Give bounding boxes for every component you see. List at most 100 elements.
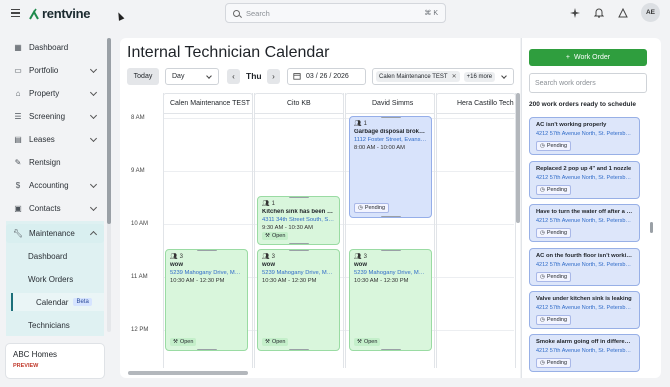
column-header: David Simms bbox=[345, 93, 435, 114]
work-order-address[interactable]: 4212 57th Avenue North, St. Petersbu... bbox=[536, 218, 633, 224]
date-picker[interactable]: 03 / 26 / 2026 bbox=[287, 68, 366, 85]
work-order-card[interactable]: Have to turn the water off after a flus.… bbox=[529, 204, 640, 242]
sidebar-item-label: Rentsign bbox=[29, 158, 61, 167]
calendar-vertical-scrollbar[interactable] bbox=[516, 93, 520, 223]
more-technicians-chip[interactable]: +16 more bbox=[463, 71, 496, 82]
work-order-title: Smoke alarm going off in different ar... bbox=[536, 339, 633, 345]
sidebar-item-contacts[interactable]: ▣ Contacts bbox=[6, 199, 104, 218]
event-title: Kitchen sink has been drain... bbox=[262, 209, 335, 215]
sidebar-item-dashboard[interactable]: ▦ Dashboard bbox=[6, 38, 104, 57]
submenu-technicians[interactable]: Technicians bbox=[28, 316, 70, 334]
sidebar-item-rentsign[interactable]: ✎ Rentsign bbox=[6, 153, 104, 172]
add-work-order-button[interactable]: + Work Order bbox=[529, 49, 647, 66]
assignee-count-value: 3 bbox=[179, 253, 183, 260]
calendar-event[interactable]: 👥︎ 3 wow 5239 Mahogany Drive, Mou... 10:3… bbox=[349, 249, 432, 351]
technician-chip[interactable]: Calen Maintenance TEST ✕ bbox=[376, 71, 460, 82]
clock-icon: ◷ bbox=[540, 230, 545, 236]
calendar-event[interactable]: 👥︎ 3 wow 5239 Mahogany Drive, Mou... 10:3… bbox=[165, 249, 248, 351]
sidebar-item-property[interactable]: ⌂ Property bbox=[6, 84, 104, 103]
event-time: 10:30 AM - 12:30 PM bbox=[354, 278, 409, 284]
sidebar-item-label: Leases bbox=[29, 135, 55, 144]
work-order-search-input[interactable]: Search work orders bbox=[529, 73, 647, 93]
close-icon[interactable]: ✕ bbox=[452, 73, 457, 80]
resize-handle[interactable] bbox=[196, 349, 217, 350]
status-label: Pending bbox=[546, 230, 567, 236]
sidebar-item-screening[interactable]: ☰ Screening bbox=[6, 107, 104, 126]
work-order-address[interactable]: 4212 57th Avenue North, St. Petersbu... bbox=[536, 262, 633, 268]
submenu-calendar[interactable]: Calendar Beta bbox=[11, 293, 104, 311]
resize-handle[interactable] bbox=[288, 250, 309, 251]
resize-handle[interactable] bbox=[380, 117, 401, 118]
work-order-card[interactable]: Replaced 2 pop up 4" and 1 nozzle 4212 5… bbox=[529, 161, 640, 199]
calendar-event[interactable]: 👥︎1 Garbage disposal brokenwoe 1112 Fost… bbox=[349, 116, 432, 218]
organization-switcher[interactable]: ABC Homes PREVIEW bbox=[5, 343, 105, 379]
menu-icon[interactable] bbox=[11, 9, 20, 17]
document-icon: ▤ bbox=[14, 135, 22, 144]
work-order-card[interactable]: AC isn't working properly 4212 57th Aven… bbox=[529, 117, 640, 155]
help-icon[interactable] bbox=[617, 7, 629, 19]
today-button[interactable]: Today bbox=[127, 68, 159, 85]
sidebar-item-accounting[interactable]: $ Accounting bbox=[6, 176, 104, 195]
resize-handle[interactable] bbox=[380, 349, 401, 350]
submenu-dashboard[interactable]: Dashboard bbox=[28, 247, 67, 265]
view-select[interactable]: Day bbox=[165, 68, 219, 85]
resize-handle[interactable] bbox=[380, 250, 401, 251]
event-address[interactable]: 5239 Mahogany Drive, Mou... bbox=[354, 270, 427, 276]
work-order-title: Have to turn the water off after a flus.… bbox=[536, 209, 633, 215]
resize-handle[interactable] bbox=[196, 250, 217, 251]
work-order-address[interactable]: 4212 57th Avenue North, St. Petersbu... bbox=[536, 348, 633, 354]
logo[interactable]: rentvine bbox=[29, 6, 90, 21]
work-order-title: AC isn't working properly bbox=[536, 122, 607, 128]
work-order-card[interactable]: Valve under kitchen sink is leaking 4212… bbox=[529, 291, 640, 329]
work-order-card[interactable]: AC on the fourth floor isn't working 421… bbox=[529, 248, 640, 286]
people-icon: 👥︎ bbox=[170, 254, 178, 260]
top-actions: AE bbox=[569, 3, 660, 22]
work-order-address[interactable]: 4212 57th Avenue North, St. Petersbu... bbox=[536, 175, 633, 181]
status-badge: ◷ Pending bbox=[536, 228, 571, 238]
status-badge: ⚒ Open bbox=[262, 338, 289, 346]
technician-filter[interactable]: Calen Maintenance TEST ✕ +16 more bbox=[372, 68, 514, 85]
sidebar-item-label: Contacts bbox=[29, 204, 61, 213]
work-order-card[interactable]: Smoke alarm going off in different ar...… bbox=[529, 334, 640, 372]
sparkle-icon[interactable] bbox=[569, 7, 581, 19]
work-order-address[interactable]: 4212 57th Avenue North, St. Petersbu... bbox=[536, 131, 633, 137]
global-search[interactable]: Search ⌘ K bbox=[225, 3, 446, 23]
beta-badge: Beta bbox=[73, 298, 92, 306]
technician-column[interactable] bbox=[436, 93, 516, 368]
resize-handle[interactable] bbox=[380, 216, 401, 217]
assignee-count: 👥︎ 3 bbox=[262, 253, 335, 261]
resize-handle[interactable] bbox=[288, 243, 309, 244]
event-address[interactable]: 5239 Mahogany Drive, Mou... bbox=[262, 270, 335, 276]
list-icon: ☰ bbox=[14, 112, 22, 121]
event-address[interactable]: 5239 Mahogany Drive, Mou... bbox=[170, 270, 243, 276]
submenu-work-orders[interactable]: Work Orders bbox=[28, 270, 73, 288]
event-time: 10:30 AM - 12:30 PM bbox=[170, 278, 225, 284]
calendar-horizontal-scrollbar[interactable] bbox=[128, 371, 248, 375]
event-address[interactable]: 1112 Foster Street, Evanston,... bbox=[354, 137, 427, 143]
date-value: 03 / 26 / 2026 bbox=[306, 73, 349, 80]
clock-icon: ◷ bbox=[540, 317, 545, 323]
resize-handle[interactable] bbox=[288, 197, 309, 198]
avatar[interactable]: AE bbox=[641, 3, 660, 22]
previous-day-button[interactable]: ‹ bbox=[227, 69, 240, 84]
calendar-event[interactable]: 👥︎1 Kitchen sink has been drain... 4311 … bbox=[257, 196, 340, 245]
calendar-event[interactable]: 👥︎ 3 wow 5239 Mahogany Drive, Mou... 10:3… bbox=[257, 249, 340, 351]
sidebar-item-leases[interactable]: ▤ Leases bbox=[6, 130, 104, 149]
time-label: 9 AM bbox=[131, 168, 145, 174]
sidebar-scrollbar[interactable] bbox=[107, 38, 111, 332]
next-day-button[interactable]: › bbox=[267, 69, 280, 84]
chevron-down-icon bbox=[89, 180, 98, 189]
work-order-address[interactable]: 4212 57th Avenue North, St. Petersbu... bbox=[536, 305, 633, 311]
chevron-down-icon bbox=[89, 65, 98, 74]
sidebar-item-maintenance[interactable]: 🔧︎ Maintenance bbox=[6, 224, 104, 243]
assignee-count: 👥︎ 3 bbox=[354, 253, 427, 261]
sidebar-item-portfolio[interactable]: ▭ Portfolio bbox=[6, 61, 104, 80]
work-order-scrollbar[interactable] bbox=[650, 222, 653, 233]
status-badge: ◷ Pending bbox=[536, 272, 571, 282]
status-badge: ◷ Pending bbox=[536, 141, 571, 151]
event-address[interactable]: 4311 34th Street South, St. P... bbox=[262, 217, 335, 223]
bell-icon[interactable] bbox=[593, 7, 605, 19]
time-label: 11 AM bbox=[131, 274, 148, 280]
resize-handle[interactable] bbox=[288, 349, 309, 350]
status-label: Pending bbox=[546, 187, 567, 193]
